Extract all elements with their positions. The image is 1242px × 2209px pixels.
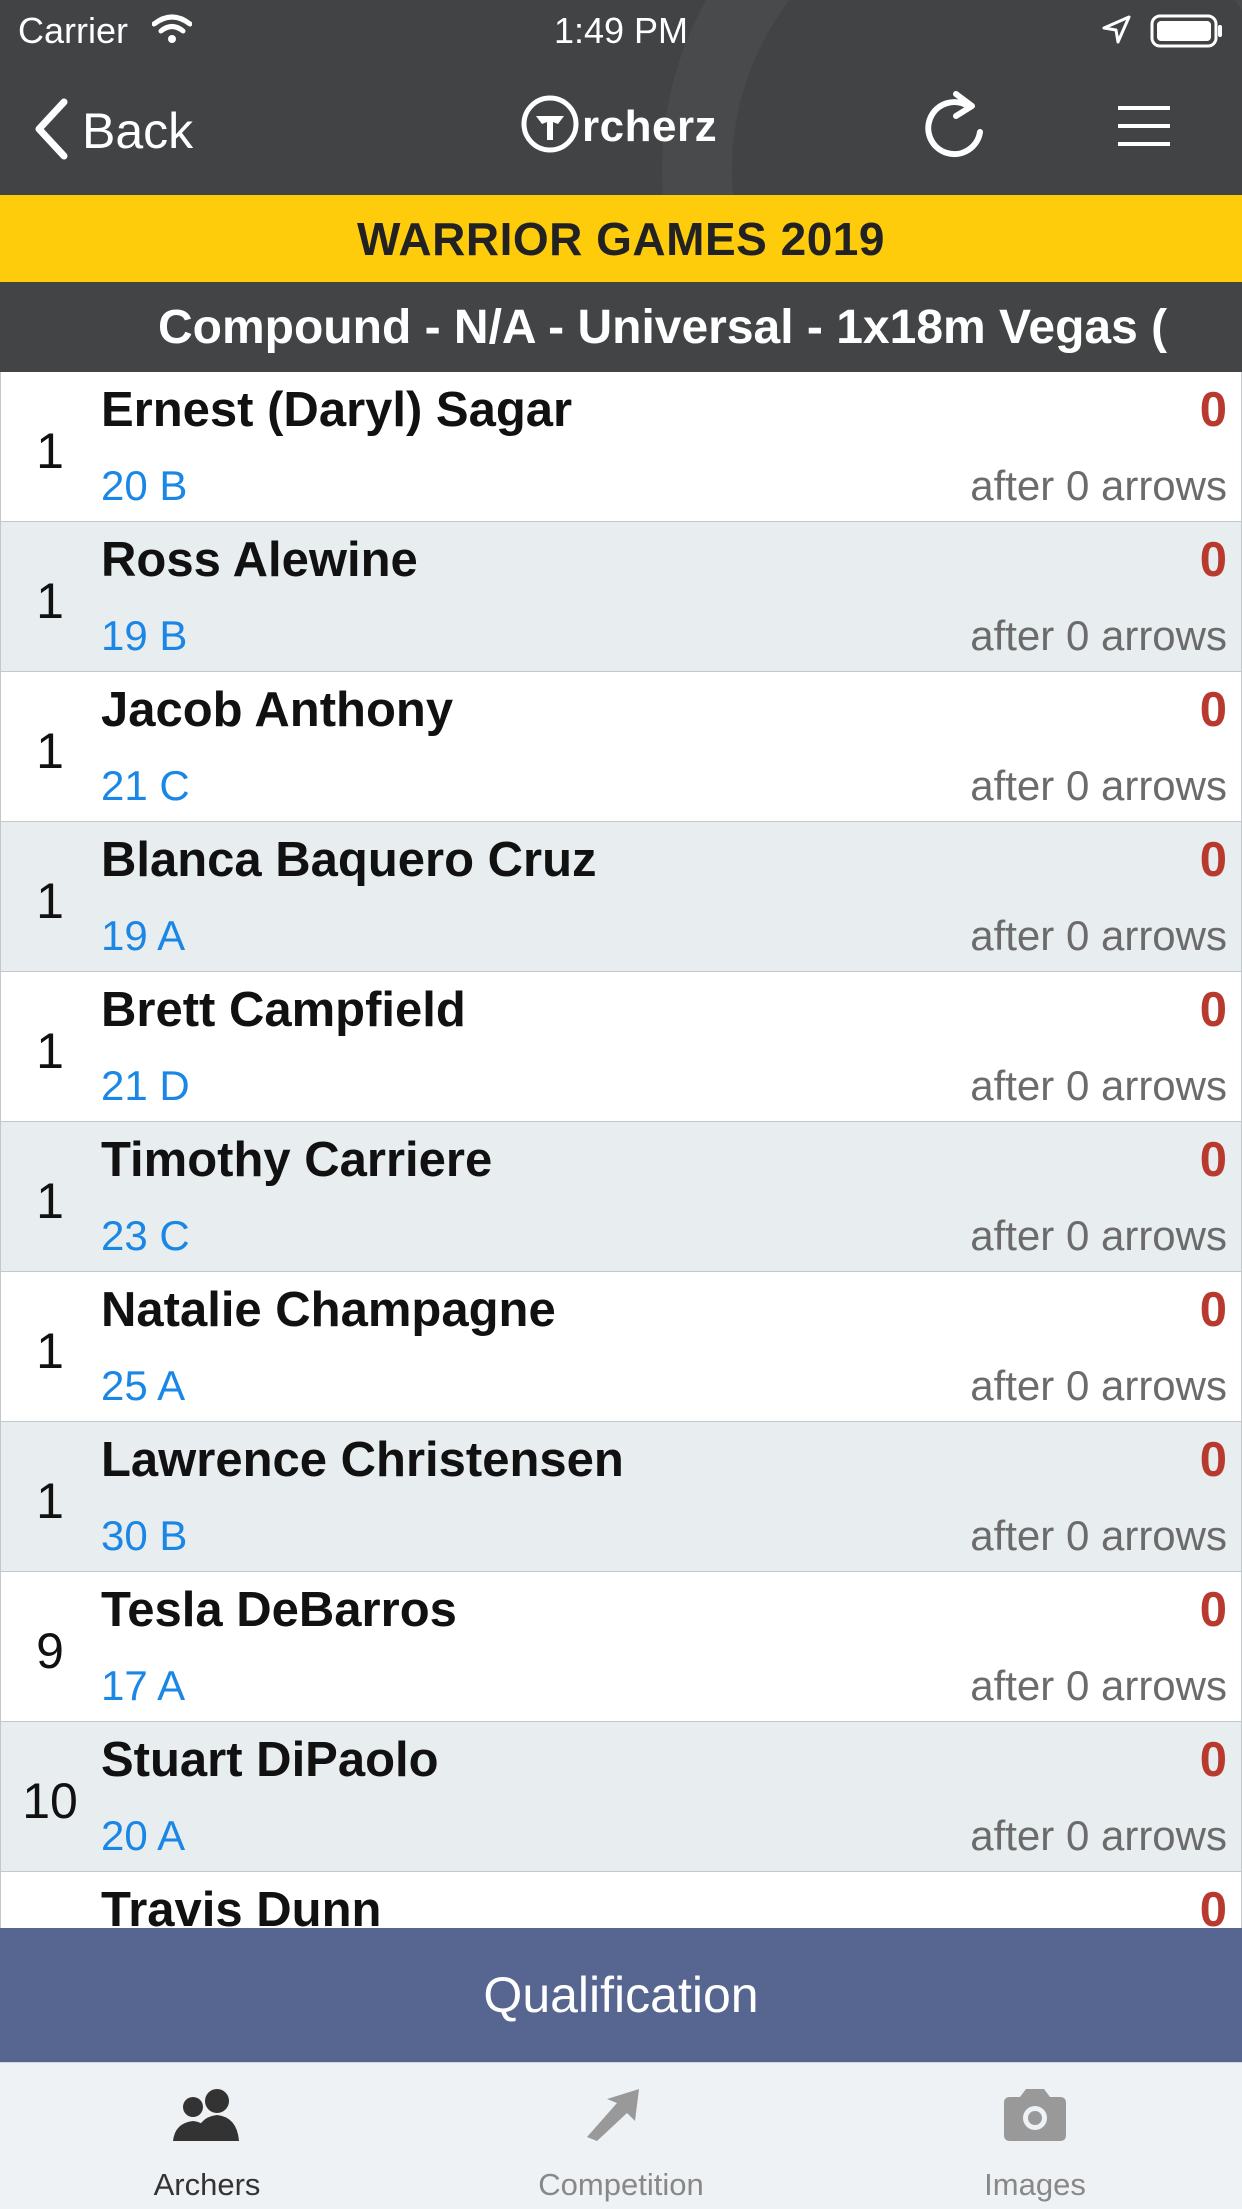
archer-row[interactable]: 1 Natalie Champagne 25 A 0 after 0 arrows	[0, 1272, 1242, 1422]
archer-rank: 9	[36, 1623, 64, 1679]
event-title-banner: WARRIOR GAMES 2019	[0, 195, 1242, 282]
archer-name: Stuart DiPaolo	[101, 1733, 439, 1787]
archer-row[interactable]: 9 Tesla DeBarros 17 A 0 after 0 arrows	[0, 1572, 1242, 1722]
chevron-left-icon	[34, 98, 68, 165]
archer-name: Jacob Anthony	[101, 683, 454, 737]
round-selector-button[interactable]: Qualification	[0, 1928, 1242, 2062]
archer-arrow-count: after 0 arrows	[970, 1512, 1227, 1559]
app-header: Carrier 1:49 PM Back rcherz	[0, 0, 1242, 195]
archer-arrow-count: after 0 arrows	[970, 462, 1227, 509]
archer-target: 20 A	[101, 1812, 186, 1859]
battery-icon	[1150, 14, 1224, 53]
category-header[interactable]: Compound - N/A - Universal - 1x18m Vegas…	[0, 282, 1242, 372]
archer-score: 0	[1199, 1883, 1227, 1928]
archer-row[interactable]: 1 Brett Campfield 21 D 0 after 0 arrows	[0, 972, 1242, 1122]
tab-archers-label: Archers	[153, 2167, 261, 2202]
archer-rank: 1	[36, 1473, 64, 1529]
archer-rank: 1	[36, 873, 64, 929]
archer-name: Timothy Carriere	[101, 1133, 493, 1187]
archer-target: 23 C	[101, 1212, 190, 1259]
menu-button[interactable]	[1118, 104, 1170, 153]
archer-name: Travis Dunn	[101, 1883, 382, 1928]
archer-score: 0	[1199, 533, 1227, 587]
competition-icon	[414, 2085, 828, 2145]
archer-list[interactable]: 1 Ernest (Daryl) Sagar 20 B 0 after 0 arrows…	[0, 372, 1242, 1928]
app-logo: rcherz	[520, 94, 717, 159]
archers-icon	[0, 2085, 414, 2145]
archer-rank: 1	[36, 423, 64, 479]
archer-arrow-count: after 0 arrows	[970, 762, 1227, 809]
archer-target: 25 A	[101, 1362, 186, 1409]
archer-score: 0	[1199, 683, 1227, 737]
archer-score: 0	[1199, 1133, 1227, 1187]
tab-competition-label: Competition	[538, 2167, 704, 2202]
archer-score: 0	[1199, 383, 1227, 437]
tab-images[interactable]: Images	[828, 2063, 1242, 2209]
status-time: 1:49 PM	[553, 10, 689, 51]
archer-name: Lawrence Christensen	[101, 1433, 624, 1487]
archer-target: 19 B	[101, 612, 188, 659]
archer-rank: 1	[36, 573, 64, 629]
archer-row[interactable]: 1 Jacob Anthony 21 C 0 after 0 arrows	[0, 672, 1242, 822]
archer-target: 20 B	[101, 462, 188, 509]
location-arrow-icon	[1100, 14, 1132, 51]
archer-target: 17 A	[101, 1662, 186, 1709]
archer-target: 21 D	[101, 1062, 190, 1109]
archer-rank: 10	[22, 1773, 78, 1829]
archer-rank: 1	[36, 1023, 64, 1079]
archer-arrow-count: after 0 arrows	[970, 1212, 1227, 1259]
tab-images-label: Images	[984, 2167, 1086, 2202]
archer-name: Ross Alewine	[101, 533, 418, 587]
archer-score: 0	[1199, 1433, 1227, 1487]
archer-arrow-count: after 0 arrows	[970, 1812, 1227, 1859]
refresh-button[interactable]	[922, 90, 988, 169]
archer-target: 19 A	[101, 912, 186, 959]
archer-arrow-count: after 0 arrows	[970, 1362, 1227, 1409]
archer-arrow-count: after 0 arrows	[970, 912, 1227, 959]
logo-wordmark: rcherz	[582, 101, 718, 151]
archer-arrow-count: after 0 arrows	[970, 1062, 1227, 1109]
back-button[interactable]: Back	[34, 96, 193, 166]
archer-rank: 1	[36, 1173, 64, 1229]
navigation-bar: Back rcherz	[0, 64, 1242, 195]
refresh-icon	[922, 91, 988, 168]
round-label: Qualification	[483, 1967, 759, 2023]
archer-row[interactable]: 1 Timothy Carriere 23 C 0 after 0 arrows	[0, 1122, 1242, 1272]
archer-row[interactable]: 1 Ernest (Daryl) Sagar 20 B 0 after 0 arrows	[0, 372, 1242, 522]
archer-name: Ernest (Daryl) Sagar	[101, 383, 573, 437]
archer-score: 0	[1199, 1583, 1227, 1637]
archer-row[interactable]: 1 Ross Alewine 19 B 0 after 0 arrows	[0, 522, 1242, 672]
archer-row[interactable]: 1 Blanca Baquero Cruz 19 A 0 after 0 arrows	[0, 822, 1242, 972]
tab-bar: Archers Competition Images	[0, 2062, 1242, 2209]
archer-score: 0	[1199, 833, 1227, 887]
hamburger-menu-icon	[1118, 106, 1170, 152]
archer-score: 0	[1199, 1283, 1227, 1337]
archer-arrow-count: after 0 arrows	[970, 1662, 1227, 1709]
archer-name: Brett Campfield	[101, 983, 466, 1037]
archer-score: 0	[1199, 1733, 1227, 1787]
archerz-logo-icon	[520, 94, 580, 159]
tab-competition[interactable]: Competition	[414, 2063, 828, 2209]
tab-archers[interactable]: Archers	[0, 2063, 414, 2209]
archer-name: Natalie Champagne	[101, 1283, 556, 1337]
archer-target: 30 B	[101, 1512, 188, 1559]
archer-name: Blanca Baquero Cruz	[101, 833, 597, 887]
category-title: Compound - N/A - Universal - 1x18m Vegas…	[158, 301, 1168, 354]
archer-arrow-count: after 0 arrows	[970, 612, 1227, 659]
archer-target: 21 C	[101, 762, 190, 809]
back-label: Back	[82, 103, 194, 159]
archer-row[interactable]: 1 Lawrence Christensen 30 B 0 after 0 arrows	[0, 1422, 1242, 1572]
archer-name: Tesla DeBarros	[101, 1583, 457, 1637]
camera-icon	[828, 2085, 1242, 2145]
archer-score: 0	[1199, 983, 1227, 1037]
archer-row[interactable]: Travis Dunn 0	[0, 1872, 1242, 1928]
archer-rank: 1	[36, 723, 64, 779]
event-title: WARRIOR GAMES 2019	[357, 212, 885, 265]
status-bar: Carrier 1:49 PM	[0, 0, 1242, 64]
archer-row[interactable]: 10 Stuart DiPaolo 20 A 0 after 0 arrows	[0, 1722, 1242, 1872]
archer-rank: 1	[36, 1323, 64, 1379]
